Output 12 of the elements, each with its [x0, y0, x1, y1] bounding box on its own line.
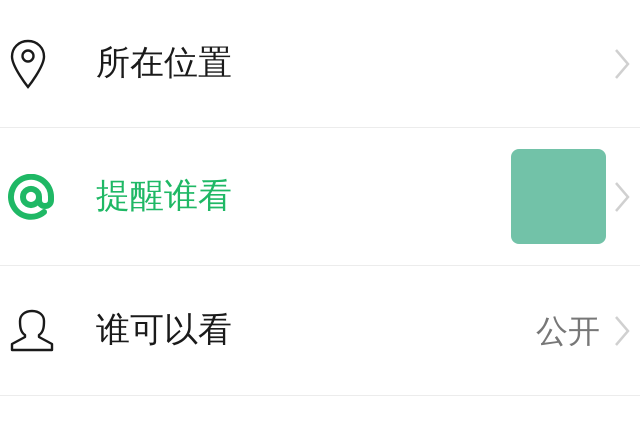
row-value: 公开: [536, 312, 600, 350]
settings-row[interactable]: 谁可以看 公开: [0, 266, 640, 396]
row-label: 所在位置: [96, 43, 233, 84]
settings-row[interactable]: 所在位置: [0, 0, 640, 128]
chevron-icon: [614, 180, 630, 212]
chevron-icon: [614, 48, 630, 80]
location-pin-icon: [8, 38, 48, 90]
person-icon: [8, 308, 56, 352]
chevron-icon: [614, 314, 630, 346]
row-label: 谁可以看: [96, 310, 233, 351]
row-label: 提醒谁看: [96, 176, 233, 217]
at-sign-icon: [8, 174, 54, 220]
